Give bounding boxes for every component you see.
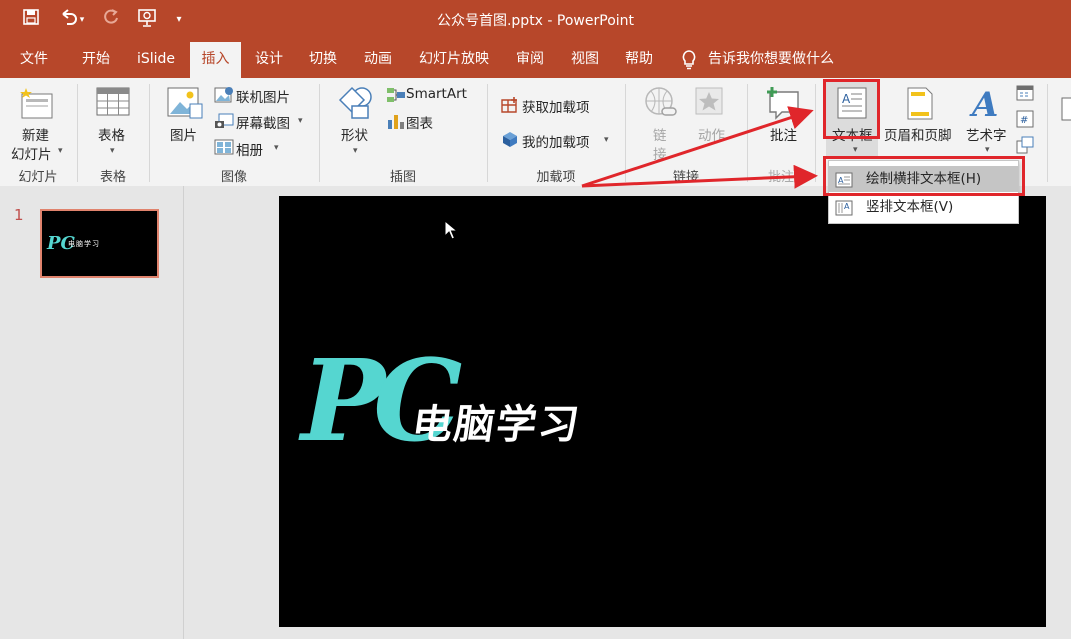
mouse-cursor <box>444 219 459 240</box>
photo-album-icon[interactable] <box>214 138 234 156</box>
screenshot-icon[interactable] <box>214 112 234 130</box>
tab-design[interactable]: 设计 <box>246 40 292 78</box>
thumbnail-logo-text: 电脑学习 <box>68 240 100 248</box>
group-illustrations-label: 插图 <box>389 170 416 185</box>
photo-album-label[interactable]: 相册 <box>236 139 263 159</box>
smartart-icon[interactable] <box>386 86 406 104</box>
chart-label[interactable]: 图表 <box>406 112 433 132</box>
tab-insert[interactable]: 插入 <box>190 42 241 78</box>
header-footer-icon[interactable] <box>904 86 936 122</box>
tell-me-search[interactable]: 告诉我你想要做什么 <box>708 40 848 78</box>
slide-number-icon[interactable]: # <box>1016 110 1034 128</box>
svg-text:#: # <box>1020 115 1028 126</box>
vertical-textbox-icon: A <box>835 199 853 216</box>
group-slides-label: 幻灯片 <box>18 170 58 185</box>
group-images-label: 图像 <box>220 170 247 185</box>
slide-number: 1 <box>14 206 24 224</box>
new-slide-label[interactable]: 新建 <box>22 124 49 144</box>
shapes-dropdown-icon[interactable]: ▾ <box>353 146 358 156</box>
slide-thumbnail[interactable]: PC 电脑学习 <box>40 209 159 278</box>
tab-islide[interactable]: iSlide <box>128 40 184 78</box>
shapes-label[interactable]: 形状 <box>341 124 368 144</box>
menu-item-vertical-textbox[interactable]: A 竖排文本框(V) <box>829 194 1018 220</box>
object-icon[interactable] <box>1016 136 1034 154</box>
new-slide-dropdown-icon[interactable]: ▾ <box>58 146 63 156</box>
tab-slideshow[interactable]: 幻灯片放映 <box>412 40 496 78</box>
tab-file[interactable]: 文件 <box>12 40 56 78</box>
svg-text:A: A <box>844 202 850 211</box>
smartart-label[interactable]: SmartArt <box>406 86 467 102</box>
lightbulb-icon <box>680 49 700 71</box>
group-separator <box>1047 84 1048 182</box>
picture-icon[interactable] <box>166 86 204 122</box>
annotation-box-menu-item <box>823 156 1025 196</box>
online-picture-icon[interactable] <box>214 86 234 104</box>
window-title: 公众号首图.pptx - PowerPoint <box>436 13 635 29</box>
tab-review[interactable]: 审阅 <box>506 40 554 78</box>
date-time-icon[interactable] <box>1016 84 1034 102</box>
header-footer-label[interactable]: 页眉和页脚 <box>884 124 952 144</box>
screenshot-dropdown-icon[interactable]: ▾ <box>298 116 303 126</box>
tab-help[interactable]: 帮助 <box>616 40 662 78</box>
wordart-icon[interactable]: A <box>968 84 1002 125</box>
svg-text:A: A <box>969 85 998 122</box>
picture-label[interactable]: 图片 <box>170 124 197 144</box>
group-tables-label: 表格 <box>99 170 126 185</box>
my-addins-icon[interactable] <box>500 130 520 148</box>
table-label[interactable]: 表格 <box>98 124 125 144</box>
slide-canvas[interactable]: PC 电脑学习 <box>279 196 1046 627</box>
tab-view[interactable]: 视图 <box>562 40 608 78</box>
online-picture-label[interactable]: 联机图片 <box>236 86 290 106</box>
slide-logo-text: 电脑学习 <box>409 402 584 448</box>
annotation-arrows <box>581 106 818 189</box>
tab-animations[interactable]: 动画 <box>354 40 402 78</box>
wordart-dropdown-icon[interactable]: ▾ <box>985 145 990 155</box>
tab-home[interactable]: 开始 <box>72 40 120 78</box>
new-slide-label-2[interactable]: 幻灯片 <box>11 143 52 163</box>
photo-album-dropdown-icon[interactable]: ▾ <box>274 143 279 153</box>
screenshot-label[interactable]: 屏幕截图 <box>236 112 290 132</box>
shapes-icon[interactable] <box>336 86 376 122</box>
wordart-label[interactable]: 艺术字 <box>966 124 1007 144</box>
arrow-to-textbox <box>581 106 814 188</box>
textbox-dropdown-icon[interactable]: ▾ <box>853 145 858 155</box>
tab-transitions[interactable]: 切换 <box>300 40 346 78</box>
more-ribbon-clipped <box>1056 96 1071 136</box>
get-addins-icon[interactable] <box>500 96 520 114</box>
chart-icon[interactable] <box>386 112 406 130</box>
menu-item-label: 竖排文本框(V) <box>866 199 954 215</box>
table-icon[interactable] <box>96 86 130 120</box>
arrow-to-menu-item <box>581 164 818 189</box>
new-slide-icon[interactable] <box>18 86 58 126</box>
table-dropdown-icon[interactable]: ▾ <box>110 146 115 156</box>
